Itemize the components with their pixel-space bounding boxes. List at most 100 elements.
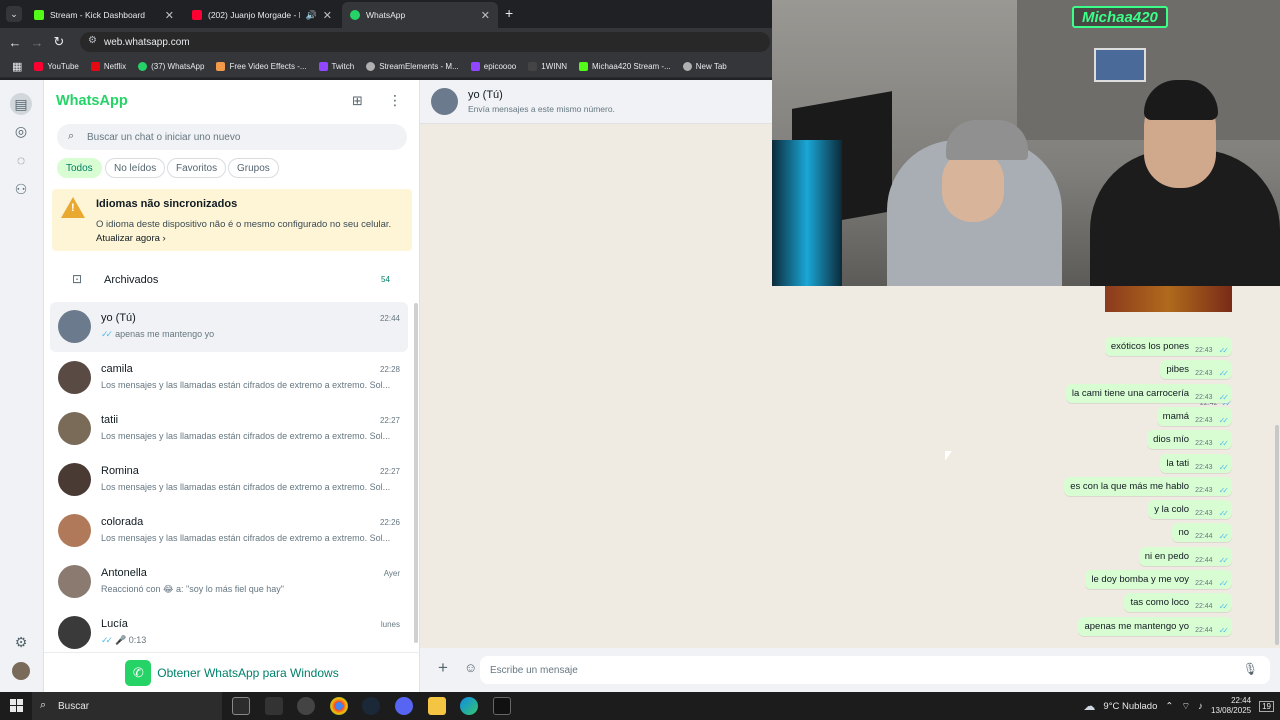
taskbar-search[interactable]: ⌕ Buscar [32, 692, 222, 720]
message-input[interactable]: Escribe un mensaje 🎙 [480, 656, 1270, 684]
outgoing-message[interactable]: la cami tiene una carrocería 22:43 ✓✓ [1065, 384, 1232, 403]
epic-games-icon[interactable] [265, 697, 283, 715]
avatar [58, 514, 91, 547]
reload-icon[interactable]: ↻ [48, 34, 70, 50]
read-ticks-icon: ✓✓ [1218, 556, 1230, 565]
channels-icon[interactable]: ◌ [12, 151, 30, 169]
archived-count: 54 [381, 275, 390, 284]
outgoing-message[interactable]: la tati 22:43 ✓✓ [1160, 454, 1232, 473]
task-view-icon[interactable] [232, 697, 250, 715]
chat-preview: Los mensajes y las llamadas están cifrad… [101, 380, 397, 390]
chats-icon[interactable]: ▤ [10, 93, 32, 115]
chat-list-scrollbar[interactable] [414, 303, 418, 643]
conversation-scrollbar[interactable] [1275, 425, 1279, 645]
chat-name: Antonella [101, 567, 147, 579]
filter-todos[interactable]: Todos [57, 158, 102, 178]
tab-search-button[interactable]: ⌄ [6, 6, 22, 22]
discord-icon[interactable] [395, 697, 413, 715]
filter-favoritos[interactable]: Favoritos [167, 158, 227, 178]
contact-avatar[interactable] [431, 88, 458, 115]
notifications-badge[interactable]: 19 [1259, 700, 1274, 712]
back-icon[interactable]: ← [4, 35, 26, 50]
windows-start-icon[interactable] [10, 699, 23, 712]
close-tab-icon[interactable]: ✕ [481, 9, 490, 22]
obs-icon[interactable] [297, 697, 315, 715]
bookmark-kick-stream[interactable]: Michaa420 Stream -... [579, 62, 671, 71]
message-text: mamá [1162, 411, 1190, 422]
outgoing-message[interactable]: pibes 22:43 ✓✓ [1160, 360, 1232, 379]
emoji-sticker-icon[interactable]: ☺ [464, 660, 477, 675]
bookmark-label: Free Video Effects -... [229, 62, 307, 71]
tab-kick[interactable]: Stream - Kick Dashboard ✕ [26, 2, 182, 28]
avatar [58, 310, 91, 343]
chat-row[interactable]: yo (Tú) 22:44 ✓✓ apenas me mantengo yo [50, 302, 408, 352]
address-bar[interactable]: ⚙ web.whatsapp.com [80, 32, 770, 52]
bookmark-streamelements[interactable]: StreamElements - M... [366, 62, 459, 71]
bookmark-1winn[interactable]: 1WINN [528, 62, 567, 71]
steam-icon[interactable] [362, 697, 380, 715]
outgoing-message[interactable]: apenas me mantengo yo 22:44 ✓✓ [1078, 617, 1232, 636]
outgoing-message[interactable]: es con la que más me hablo 22:43 ✓✓ [1064, 477, 1232, 496]
outgoing-message[interactable]: mamá 22:43 ✓✓ [1156, 407, 1232, 426]
site-info-icon[interactable]: ⚙ [88, 35, 97, 46]
outgoing-message[interactable]: ni en pedo 22:44 ✓✓ [1138, 547, 1232, 566]
bookmark-epicoooo[interactable]: epicoooo [470, 62, 516, 71]
close-tab-icon[interactable]: ✕ [323, 9, 332, 22]
menu-icon[interactable]: ⋮ [388, 92, 402, 109]
chat-row[interactable]: Lucía lunes ✓✓ 🎤 0:13 [50, 608, 408, 658]
outgoing-message[interactable]: exóticos los pones 22:43 ✓✓ [1104, 337, 1232, 356]
forward-icon[interactable]: → [26, 35, 48, 50]
outgoing-message[interactable]: dios mío 22:43 ✓✓ [1147, 430, 1232, 449]
new-tab-button[interactable]: + [505, 5, 513, 21]
file-explorer-icon[interactable] [428, 697, 446, 715]
attach-plus-icon[interactable]: + [438, 658, 448, 678]
outgoing-message[interactable]: tas como loco 22:44 ✓✓ [1124, 593, 1232, 612]
edge-icon[interactable] [460, 697, 478, 715]
status-icon[interactable]: ◎ [12, 122, 30, 140]
archived-row[interactable]: ⊡ Archivados 54 [44, 268, 410, 294]
bookmark-whatsapp[interactable]: (37) WhatsApp [138, 62, 204, 71]
chat-row[interactable]: colorada 22:26 Los mensajes y las llamadas… [50, 506, 408, 556]
app-title: WhatsApp [56, 93, 128, 109]
bookmark-new-tab[interactable]: New Tab [682, 62, 727, 71]
bookmark-netflix[interactable]: Netflix [90, 62, 126, 71]
weather-text[interactable]: 9°C Nublado [1103, 701, 1157, 712]
tray-chevron-icon[interactable]: ⌃ [1165, 701, 1173, 712]
tab-whatsapp[interactable]: WhatsApp ✕ [342, 2, 498, 28]
close-tab-icon[interactable]: ✕ [165, 9, 174, 22]
speaker-icon[interactable]: 🔊 [306, 10, 317, 21]
person-left-face [942, 150, 1004, 222]
chat-row[interactable]: camila 22:28 Los mensajes y las llamadas e… [50, 353, 408, 403]
bookmark-twitch[interactable]: Twitch [318, 62, 354, 71]
profile-avatar[interactable] [12, 662, 30, 680]
apps-grid-icon[interactable]: ▦ [12, 60, 22, 73]
globe-icon [682, 62, 692, 71]
clock[interactable]: 22:44 13/08/2025 [1211, 696, 1251, 716]
chrome-icon[interactable] [330, 697, 348, 715]
chat-row[interactable]: tatii 22:27 Los mensajes y las llamadas es… [50, 404, 408, 454]
filter-grupos[interactable]: Grupos [228, 158, 279, 178]
new-chat-icon[interactable]: ⊞ [352, 93, 363, 109]
outgoing-message[interactable]: y la colo 22:43 ✓✓ [1148, 500, 1232, 519]
search-input[interactable]: ⌕ Buscar un chat o iniciar uno nuevo [57, 124, 407, 150]
outgoing-message[interactable]: no 22:44 ✓✓ [1172, 523, 1232, 542]
capcut-icon[interactable] [493, 697, 511, 715]
outgoing-message[interactable]: le doy bomba y me voy 22:44 ✓✓ [1085, 570, 1232, 589]
filter-no-leidos[interactable]: No leídos [105, 158, 166, 178]
microphone-icon[interactable]: 🎙 [1243, 662, 1258, 676]
read-ticks-icon: ✓✓ [1218, 532, 1230, 541]
tab-youtube[interactable]: (202) Juanjo Morgade - Eng 🔊 ✕ [184, 2, 340, 28]
volume-icon[interactable]: ♪ [1198, 701, 1203, 712]
communities-icon[interactable]: ⚇ [12, 180, 30, 198]
chat-row[interactable]: Antonella Ayer Reaccionó con 😂 a: "soy lo … [50, 557, 408, 607]
whatsapp-logo-icon: ✆ [125, 659, 152, 686]
settings-icon[interactable]: ⚙ [12, 633, 30, 651]
chat-row[interactable]: Romina 22:27 Los mensajes y las llamadas e… [50, 455, 408, 505]
bookmark-youtube[interactable]: YouTube [34, 62, 79, 71]
language-warning-banner: ! Idiomas não sincronizados O idioma des… [52, 189, 412, 251]
network-icon[interactable]: ⌔ [1181, 701, 1190, 712]
bookmark-video-effects[interactable]: Free Video Effects -... [216, 62, 307, 71]
get-windows-app-link[interactable]: ✆ Obtener WhatsApp para Windows [44, 652, 420, 692]
update-now-link[interactable]: Atualizar agora › [96, 233, 166, 244]
chat-preview: ✓✓ apenas me mantengo yo [101, 329, 397, 340]
